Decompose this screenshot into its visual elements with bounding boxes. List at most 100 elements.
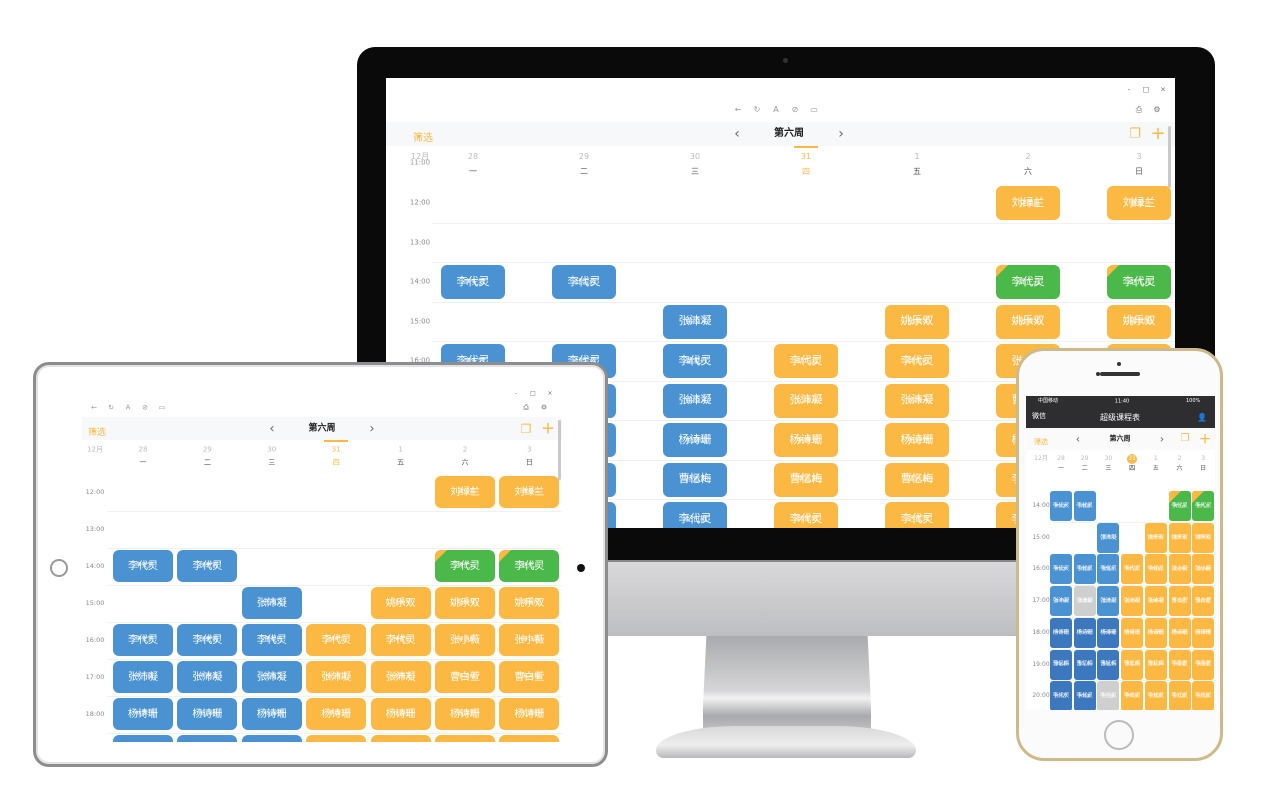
course-card[interactable]: 曹忆梅陈乐松 xyxy=(1073,649,1096,680)
add-course-button[interactable]: + xyxy=(541,420,555,437)
day-date[interactable]: 31 xyxy=(1128,456,1136,462)
course-card[interactable]: 李代灵 董凝丹 xyxy=(663,344,727,378)
course-card[interactable]: 曹忆梅杨傲文 xyxy=(663,462,727,497)
course-card[interactable]: 张沛凝李千柳 xyxy=(113,661,173,693)
phone-home-button[interactable] xyxy=(1104,720,1134,750)
day-date[interactable]: 30 xyxy=(690,153,700,161)
course-card[interactable]: 李代灵 纪白桃 xyxy=(663,502,727,528)
day-date[interactable]: 3 xyxy=(1201,456,1205,462)
course-card[interactable]: 李代灵 周芷云 xyxy=(1168,491,1191,521)
day-weekday[interactable]: 日 xyxy=(526,459,533,467)
course-card[interactable]: 李代灵 钟青柏 xyxy=(885,344,949,378)
next-week-button[interactable]: › xyxy=(369,422,374,435)
course-card[interactable]: 曹白萱于凌丝 xyxy=(435,661,495,693)
day-date[interactable]: 2 xyxy=(463,446,467,454)
course-card[interactable]: 曹忆梅周秋翠 xyxy=(885,462,949,497)
course-card[interactable]: 李代灵 赵凡儿 xyxy=(1107,265,1171,299)
course-card[interactable]: 张小薇吴语彤 xyxy=(435,624,495,656)
course-card[interactable]: 姚乐双 谭翠阳 xyxy=(1107,304,1171,339)
course-card[interactable]: 张沛凝 董凌文 xyxy=(241,587,302,619)
course-card[interactable]: 李代灵 董凝丹 xyxy=(1097,554,1120,585)
course-card[interactable]: 张沛凝 纪冰双 xyxy=(1121,586,1144,617)
next-week-button[interactable]: › xyxy=(1160,434,1164,445)
back-wechat-link[interactable]: 微信 xyxy=(1032,413,1046,420)
course-card[interactable]: 李代灵 赵凡儿 xyxy=(499,550,560,582)
day-date[interactable]: 30 xyxy=(1105,456,1113,462)
course-card[interactable]: 李代灵 赵凡儿 xyxy=(1192,491,1215,521)
course-card[interactable]: 张沛凝 纪冰双 xyxy=(306,661,367,693)
day-date[interactable]: 29 xyxy=(1081,456,1089,462)
day-date[interactable]: 30 xyxy=(267,446,276,454)
user-icon[interactable]: 👤 xyxy=(1197,414,1207,422)
back-icon[interactable]: ← xyxy=(91,404,97,412)
course-card[interactable]: 李香萱黄阳蝶 xyxy=(499,735,560,742)
day-weekday[interactable]: 四 xyxy=(1129,466,1135,472)
link-icon[interactable]: ⊘ xyxy=(792,106,799,114)
course-card[interactable]: 杨诗珊陈问枫 xyxy=(1073,617,1096,648)
course-card[interactable]: 杨诗珊范雅柏 xyxy=(1192,617,1215,648)
course-card[interactable]: 张沛凝 董凌文 xyxy=(1097,522,1120,553)
day-date[interactable]: 1 xyxy=(1154,456,1158,462)
course-card[interactable]: 张沛凝 董凌文 xyxy=(1097,586,1120,617)
day-weekday[interactable]: 一 xyxy=(140,459,147,467)
course-card[interactable]: 姚乐双 张绮琴 xyxy=(435,587,495,619)
day-date[interactable]: 2 xyxy=(1025,153,1030,161)
course-card[interactable]: 杨诗珊陈凌青 xyxy=(1168,617,1191,648)
prev-week-button[interactable]: ‹ xyxy=(1076,434,1080,445)
settings-icon[interactable]: ⚙ xyxy=(1153,106,1160,114)
course-card[interactable]: 曹白萱朱天蓉 xyxy=(499,661,560,693)
course-card[interactable]: 张沛凝 董凌文 xyxy=(241,661,302,693)
course-card[interactable]: 李代灵 胡巧蕊 xyxy=(1121,554,1144,585)
course-card[interactable]: 张小薇吴语彤 xyxy=(1168,554,1191,585)
course-card[interactable]: 曹忆梅李嘉文 xyxy=(1121,649,1144,680)
course-card[interactable]: 刘绿兰 文伟嘉 xyxy=(996,186,1060,220)
day-date[interactable]: 28 xyxy=(468,153,478,161)
course-card[interactable]: 李代灵 胡巧蕊 xyxy=(306,624,367,656)
course-card[interactable]: 张沛凝 纪冰双 xyxy=(774,383,838,418)
next-week-button[interactable]: › xyxy=(838,127,844,141)
day-weekday[interactable]: 日 xyxy=(1200,466,1206,472)
course-card[interactable]: 杨诗珊林梦菲 xyxy=(113,698,173,730)
copy-schedule-icon[interactable]: ❐ xyxy=(521,423,532,435)
font-icon[interactable]: A xyxy=(126,404,131,412)
link-icon[interactable]: ⊘ xyxy=(142,404,148,412)
day-weekday[interactable]: 六 xyxy=(462,459,469,467)
course-card[interactable]: 曹白萱朱天蓉 xyxy=(1192,586,1215,617)
day-weekday[interactable]: 五 xyxy=(1153,466,1159,472)
scrollbar[interactable] xyxy=(1168,126,1171,188)
course-card[interactable]: 李代灵 钟青柏 xyxy=(370,624,431,656)
course-card[interactable]: 张沛凝李思柔 xyxy=(1073,586,1096,617)
course-card[interactable]: 曹忆梅杨傲文 xyxy=(1097,649,1120,680)
course-card[interactable]: 李代灵 董凝丹 xyxy=(241,624,302,656)
course-card[interactable]: 张沛凝 谢映天 xyxy=(370,661,431,693)
add-course-button[interactable]: + xyxy=(1150,125,1165,143)
copy-schedule-icon[interactable]: ❐ xyxy=(1181,434,1190,444)
course-card[interactable]: 李代灵 李安梦 xyxy=(1050,554,1072,585)
course-card[interactable]: 杨诗珊范雅柏 xyxy=(499,698,560,730)
course-card[interactable]: 李代灵 胡巧蕊 xyxy=(774,344,838,378)
day-date[interactable]: 29 xyxy=(579,153,589,161)
settings-icon[interactable]: ⚙ xyxy=(541,404,547,412)
course-card[interactable]: 刘绿兰 萧盈兰 xyxy=(1107,186,1171,220)
course-card[interactable]: 杨诗珊 杨南晴 xyxy=(663,423,727,457)
day-date[interactable]: 3 xyxy=(1136,153,1141,161)
back-icon[interactable]: ← xyxy=(735,106,742,114)
day-date[interactable]: 1 xyxy=(398,446,402,454)
day-date[interactable]: 31 xyxy=(801,153,811,161)
refresh-icon[interactable]: ↻ xyxy=(108,404,114,412)
course-card[interactable]: 李代灵宋灵枫 xyxy=(1192,681,1215,710)
course-card[interactable]: 张沛凝 董凌文 xyxy=(663,304,727,339)
course-card[interactable]: 李代灵 邱碧蓉 xyxy=(177,550,238,582)
course-card[interactable]: 曹忆梅李嘉文 xyxy=(774,462,838,497)
day-weekday[interactable]: 三 xyxy=(268,459,275,467)
course-card[interactable]: 李代灵 钟青柏 xyxy=(1144,554,1167,585)
day-weekday[interactable]: 三 xyxy=(1105,466,1111,472)
close-button[interactable]: × xyxy=(547,391,552,397)
course-card[interactable]: 曹忆梅林幽蓉 xyxy=(113,735,173,742)
course-card[interactable]: 李香萱林安蕾 xyxy=(435,735,495,742)
minimize-button[interactable]: - xyxy=(1128,86,1131,94)
day-date[interactable]: 2 xyxy=(1178,456,1182,462)
window-icon[interactable]: ▭ xyxy=(159,404,166,412)
scrollbar[interactable] xyxy=(558,420,561,480)
course-card[interactable]: 李代灵 周芷云 xyxy=(996,265,1060,299)
